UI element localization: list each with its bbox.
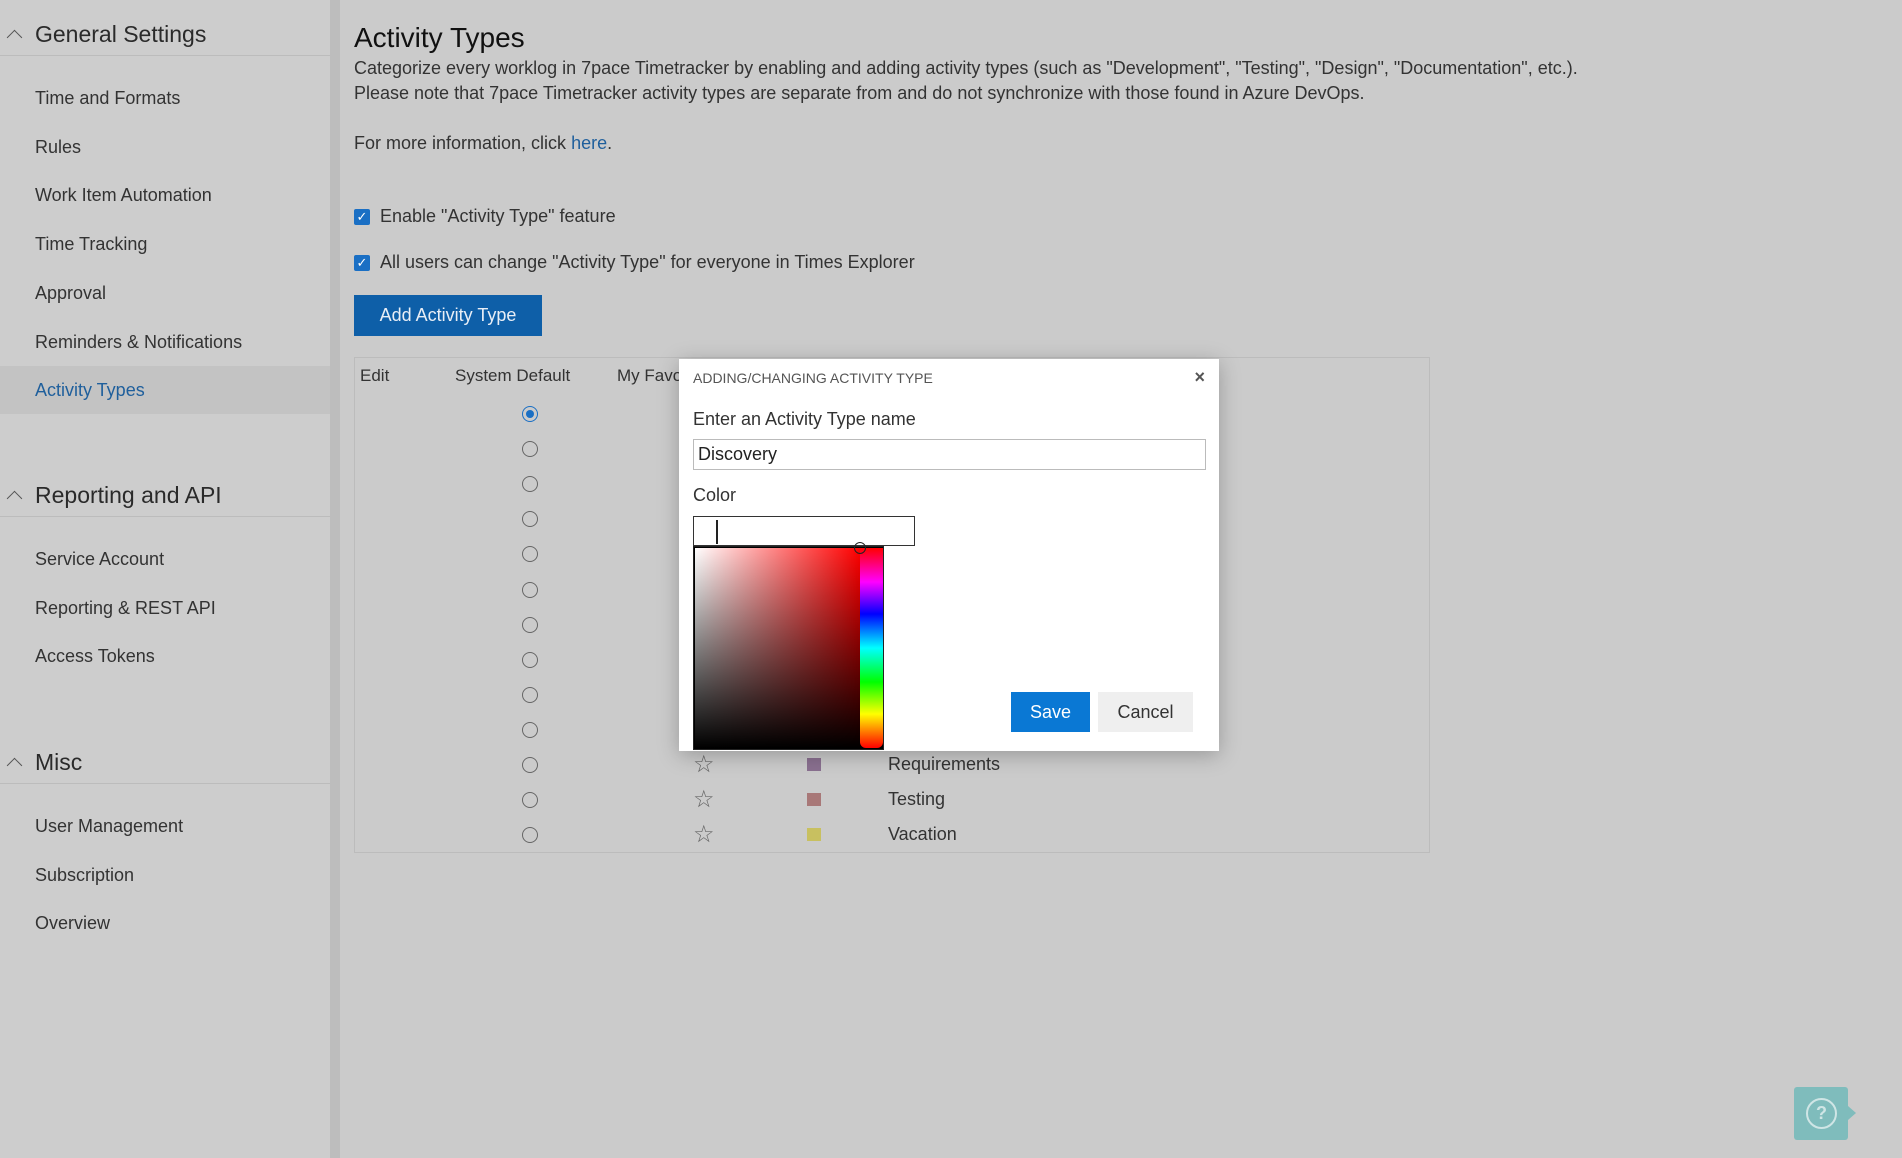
column-header-my-favorites: My Favo [617, 366, 683, 385]
sidebar-item[interactable]: Overview [0, 899, 330, 947]
system-default-radio[interactable] [522, 581, 538, 598]
activity-type-name: Testing [888, 789, 946, 810]
sidebar-item[interactable]: Work Item Automation [0, 171, 330, 219]
save-button[interactable]: Save [1011, 692, 1090, 732]
chevron-up-icon [6, 490, 23, 507]
system-default-radio[interactable] [522, 651, 538, 668]
chevron-up-icon [6, 29, 23, 46]
sidebar-divider [330, 0, 340, 1158]
here-link[interactable]: here [571, 133, 607, 153]
section-title: General Settings [35, 21, 207, 47]
color-picker[interactable] [693, 542, 884, 750]
more-info: For more information, click here. [354, 133, 612, 154]
checkbox-checked-icon[interactable]: ✓ [354, 208, 370, 225]
sidebar: General Settings Time and Formats Rules Wor… [0, 0, 330, 1158]
sidebar-item[interactable]: Time and Formats [0, 74, 330, 122]
favorite-star-icon[interactable]: ☆ [693, 753, 715, 777]
column-header-edit: Edit [360, 366, 390, 385]
color-swatch [807, 758, 821, 771]
color-picker-handle[interactable] [854, 542, 866, 554]
more-info-prefix: For more information, click [354, 133, 572, 153]
system-default-radio[interactable] [522, 721, 538, 738]
more-info-suffix: . [607, 133, 613, 153]
close-icon[interactable]: × [1194, 367, 1205, 388]
checkbox-label: All users can change "Activity Type" for… [380, 252, 915, 272]
column-header-system-default: System Default [455, 366, 571, 385]
section-title: Misc [35, 749, 83, 775]
activity-type-dialog: ADDING/CHANGING ACTIVITY TYPE × Enter an… [679, 359, 1219, 751]
sidebar-item[interactable]: Subscription [0, 851, 330, 899]
activity-type-name-input[interactable] [693, 439, 1206, 470]
add-activity-type-button[interactable]: Add Activity Type [354, 295, 542, 336]
color-input[interactable] [693, 516, 915, 546]
saturation-value-area[interactable] [695, 548, 860, 748]
system-default-radio[interactable] [522, 792, 538, 809]
checkbox-checked-icon[interactable]: ✓ [354, 254, 370, 271]
text-caret [716, 520, 718, 544]
sidebar-item[interactable]: Time Tracking [0, 220, 330, 268]
system-default-radio[interactable] [522, 406, 538, 422]
system-default-radio[interactable] [522, 441, 538, 458]
all-users-change-checkbox[interactable]: ✓ All users can change "Activity Type" fo… [354, 252, 915, 273]
section-header-2[interactable]: Misc [0, 740, 330, 784]
favorite-star-icon[interactable]: ☆ [693, 788, 715, 812]
activity-type-name: Requirements [888, 754, 1001, 774]
section-header-0[interactable]: General Settings [0, 12, 330, 56]
help-button[interactable]: ? [1794, 1087, 1856, 1140]
section-title: Reporting and API [35, 482, 222, 508]
color-swatch [807, 828, 821, 842]
name-label: Enter an Activity Type name [693, 409, 916, 429]
page-title: Activity Types [354, 22, 525, 53]
chevron-up-icon [6, 757, 23, 774]
description-line-2: Please note that 7pace Timetracker activ… [354, 83, 1365, 103]
sidebar-item[interactable]: Service Account [0, 535, 330, 583]
sidebar-item[interactable]: Access Tokens [0, 632, 330, 680]
sidebar-item[interactable]: Approval [0, 269, 330, 317]
sidebar-item[interactable]: Reporting & REST API [0, 584, 330, 632]
sidebar-item[interactable]: Rules [0, 123, 330, 171]
question-icon: ? [1806, 1098, 1837, 1129]
system-default-radio[interactable] [522, 757, 538, 773]
section-header-1[interactable]: Reporting and API [0, 473, 330, 517]
color-swatch [807, 793, 821, 807]
sidebar-item[interactable]: Reminders & Notifications [0, 318, 330, 366]
color-label: Color [693, 485, 737, 505]
enable-activity-type-checkbox[interactable]: ✓ Enable "Activity Type" feature [354, 206, 616, 227]
sidebar-item[interactable]: User Management [0, 802, 330, 850]
description-line-1: Categorize every worklog in 7pace Timetr… [354, 58, 1578, 78]
cancel-button[interactable]: Cancel [1098, 692, 1193, 732]
checkbox-label: Enable "Activity Type" feature [380, 206, 616, 226]
sidebar-item[interactable]: Activity Types [0, 366, 330, 415]
activity-type-name: Vacation [888, 824, 957, 845]
system-default-radio[interactable] [522, 686, 538, 703]
favorite-star-icon[interactable]: ☆ [693, 823, 715, 847]
hue-slider[interactable] [860, 548, 883, 748]
system-default-radio[interactable] [522, 616, 538, 633]
dialog-title: ADDING/CHANGING ACTIVITY TYPE [693, 370, 933, 386]
